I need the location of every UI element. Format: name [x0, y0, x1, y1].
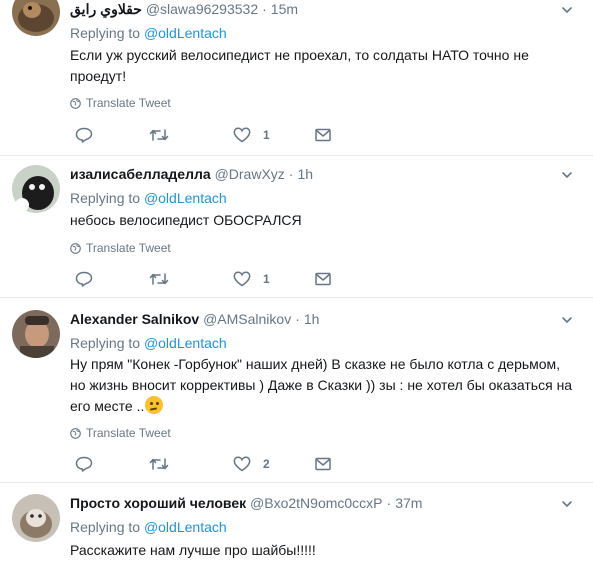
avatar[interactable] — [12, 310, 60, 358]
handle[interactable]: @AMSalnikov — [203, 311, 291, 327]
like-icon — [233, 456, 251, 472]
display-name[interactable]: изалисабелладелла — [70, 166, 211, 182]
replying-to: Replying to @oldLentach — [70, 518, 227, 536]
reply-button[interactable] — [75, 456, 93, 472]
retweet-icon — [149, 458, 169, 470]
mention-link[interactable]: @oldLentach — [144, 25, 227, 41]
retweet-button[interactable] — [149, 271, 169, 287]
reply-button[interactable] — [75, 127, 93, 143]
translate-tweet[interactable]: Translate Tweet — [70, 241, 171, 255]
reply-button[interactable] — [75, 271, 93, 287]
timestamp[interactable]: 1h — [297, 166, 313, 182]
replying-to-label: Replying to — [70, 25, 141, 41]
chevron-down-icon[interactable] — [560, 3, 574, 17]
replying-to: Replying to @oldLentach — [70, 334, 227, 352]
separator: · — [288, 166, 294, 182]
chevron-down-icon[interactable] — [560, 168, 574, 182]
replying-to: Replying to @oldLentach — [70, 24, 227, 42]
avatar[interactable] — [12, 165, 60, 213]
separator: · — [386, 495, 392, 511]
thinking-face-emoji — [145, 396, 164, 414]
chevron-down-icon[interactable] — [560, 313, 574, 327]
like-icon — [233, 127, 251, 143]
display-name[interactable]: Alexander Salnikov — [70, 311, 199, 327]
message-button[interactable] — [315, 456, 331, 472]
like-count: 1 — [263, 272, 270, 286]
tweet-text: Если уж русский велосипедист не проехал,… — [70, 47, 529, 84]
handle[interactable]: @slawa96293532 — [146, 1, 258, 17]
translate-tweet[interactable]: Translate Tweet — [70, 426, 171, 440]
separator: · — [262, 1, 267, 17]
retweet-button[interactable] — [149, 456, 169, 472]
translate-label[interactable]: Translate Tweet — [86, 426, 171, 440]
replying-to-label: Replying to — [70, 519, 141, 535]
mention-link[interactable]: @oldLentach — [144, 335, 227, 351]
avatar[interactable] — [12, 494, 60, 542]
divider — [0, 155, 593, 156]
message-button[interactable] — [315, 127, 331, 143]
retweet-icon — [149, 129, 169, 141]
like-button[interactable]: 1 — [233, 271, 270, 287]
message-icon — [315, 272, 331, 286]
globe-icon — [70, 427, 81, 439]
handle[interactable]: @DrawXyz — [215, 166, 285, 182]
timestamp[interactable]: 1h — [304, 311, 320, 327]
mention-link[interactable]: @oldLentach — [144, 190, 227, 206]
reply-icon — [75, 271, 93, 287]
globe-icon — [70, 242, 81, 254]
like-button[interactable]: 1 — [233, 127, 270, 143]
reply-icon — [75, 127, 93, 143]
message-icon — [315, 128, 331, 142]
mention-link[interactable]: @oldLentach — [144, 519, 227, 535]
retweet-icon — [149, 273, 169, 285]
timestamp[interactable]: 37m — [395, 495, 422, 511]
tweet-text-block: Ну прям "Конек -Горбунок" наших дней) В … — [70, 354, 575, 417]
like-count: 2 — [263, 457, 270, 471]
reply-icon — [75, 456, 93, 472]
like-icon — [233, 271, 251, 287]
tweet-text: небось велосипедист ОБОСРАЛСЯ — [70, 212, 302, 228]
translate-label[interactable]: Translate Tweet — [86, 241, 171, 255]
like-count: 1 — [263, 128, 270, 142]
timestamp[interactable]: 15m — [271, 1, 298, 17]
chevron-down-icon[interactable] — [560, 497, 574, 511]
divider — [0, 297, 593, 298]
retweet-button[interactable] — [149, 127, 169, 143]
translate-label[interactable]: Translate Tweet — [86, 96, 171, 110]
message-icon — [315, 457, 331, 471]
translate-tweet[interactable]: Translate Tweet — [70, 96, 171, 110]
handle[interactable]: @Bxo2tN9omc0ccxP — [250, 495, 382, 511]
display-name[interactable]: حقلاوي رايق — [70, 1, 142, 17]
like-button[interactable]: 2 — [233, 456, 270, 472]
replying-to-label: Replying to — [70, 190, 141, 206]
message-button[interactable] — [315, 271, 331, 287]
tweet-text: Расскажите нам лучше про шайбы!!!!! — [70, 542, 316, 558]
separator: · — [295, 311, 300, 327]
divider — [0, 482, 593, 483]
avatar[interactable] — [12, 0, 60, 36]
display-name[interactable]: Просто хороший человек — [70, 495, 246, 511]
replying-to-label: Replying to — [70, 335, 141, 351]
replying-to: Replying to @oldLentach — [70, 189, 227, 207]
globe-icon — [70, 97, 81, 109]
